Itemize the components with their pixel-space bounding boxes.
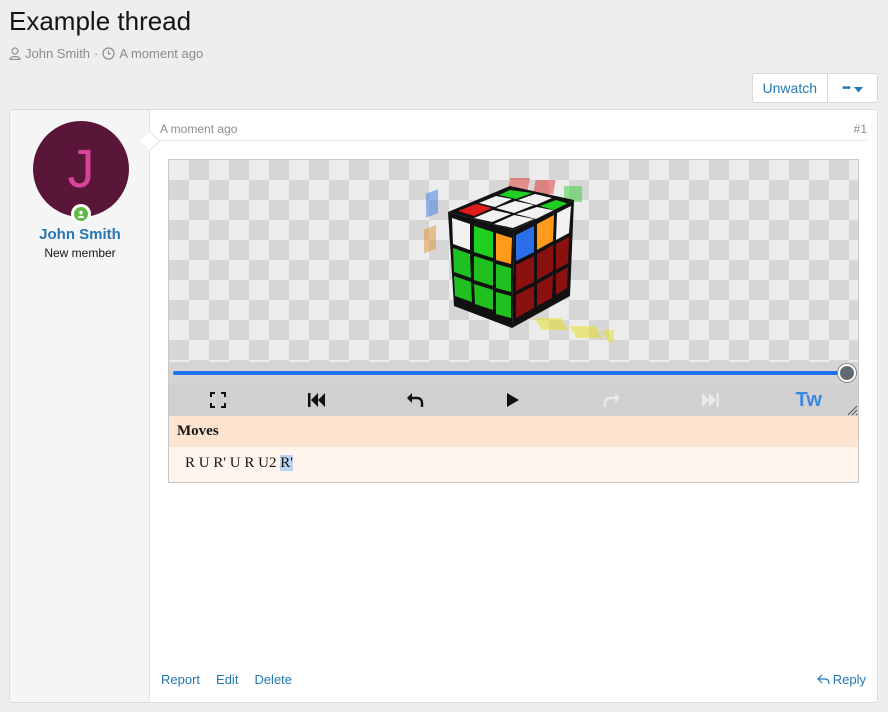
unwatch-button[interactable]: Unwatch bbox=[753, 74, 827, 102]
more-options-label: ••• bbox=[842, 82, 850, 94]
report-link[interactable]: Report bbox=[161, 672, 200, 687]
post-actions: Report Edit Delete bbox=[161, 672, 292, 687]
online-status-icon bbox=[71, 204, 91, 224]
cube-viewer[interactable] bbox=[169, 160, 858, 362]
scrubber-handle[interactable] bbox=[838, 364, 856, 382]
twisty-player: Tw Moves R U R' U R U2 R' bbox=[168, 159, 859, 483]
step-back-button[interactable] bbox=[366, 384, 464, 416]
post-header: A moment ago #1 bbox=[160, 121, 867, 141]
step-forward-button[interactable] bbox=[563, 384, 661, 416]
reply-button[interactable]: Reply bbox=[816, 672, 866, 687]
step-back-icon bbox=[407, 393, 424, 407]
resize-handle-icon[interactable] bbox=[846, 404, 858, 416]
user-icon bbox=[9, 47, 21, 60]
thread-title: Example thread bbox=[9, 6, 192, 36]
post-message: J John Smith New member A moment ago #1 bbox=[9, 109, 878, 703]
thread-time[interactable]: A moment ago bbox=[119, 46, 203, 61]
avatar-letter: J bbox=[67, 139, 95, 199]
post-username[interactable]: John Smith bbox=[10, 226, 150, 243]
post-user-cell: J John Smith New member bbox=[10, 110, 160, 702]
reply-icon bbox=[816, 674, 830, 685]
chevron-down-icon bbox=[853, 80, 863, 96]
fullscreen-icon bbox=[210, 392, 227, 408]
progress-track bbox=[173, 371, 846, 375]
moves-sequence[interactable]: R U R' U R U2 R' bbox=[169, 447, 858, 482]
post-number[interactable]: #1 bbox=[854, 122, 867, 136]
fullscreen-button[interactable] bbox=[169, 384, 267, 416]
player-controls: Tw bbox=[169, 384, 858, 416]
thread-meta: John Smith · A moment ago bbox=[9, 46, 203, 61]
user-cell-arrow bbox=[140, 131, 160, 151]
skip-to-end-icon bbox=[702, 393, 720, 407]
reply-label: Reply bbox=[832, 672, 866, 687]
thread-author[interactable]: John Smith bbox=[25, 46, 90, 61]
avatar[interactable]: J bbox=[33, 121, 129, 217]
more-options-button[interactable]: ••• bbox=[827, 74, 877, 102]
moves-heading: Moves bbox=[169, 416, 858, 447]
current-move[interactable]: R' bbox=[280, 455, 293, 471]
post-date[interactable]: A moment ago bbox=[160, 122, 237, 136]
skip-to-start-button[interactable] bbox=[267, 384, 365, 416]
edit-link[interactable]: Edit bbox=[216, 672, 238, 687]
play-button[interactable] bbox=[464, 384, 562, 416]
thread-actions: Unwatch ••• bbox=[751, 73, 878, 103]
play-icon bbox=[507, 393, 520, 407]
step-forward-icon bbox=[603, 393, 620, 407]
delete-link[interactable]: Delete bbox=[254, 672, 292, 687]
rubiks-cube-icon bbox=[424, 178, 614, 342]
twizzle-link-button[interactable]: Tw bbox=[760, 384, 858, 416]
user-title: New member bbox=[44, 246, 116, 260]
skip-to-end-button[interactable] bbox=[661, 384, 759, 416]
clock-icon bbox=[102, 47, 115, 60]
meta-separator: · bbox=[94, 46, 99, 61]
skip-to-start-icon bbox=[307, 393, 325, 407]
progress-scrubber[interactable] bbox=[169, 362, 858, 384]
moves-played[interactable]: R U R' U R U2 bbox=[185, 455, 280, 471]
